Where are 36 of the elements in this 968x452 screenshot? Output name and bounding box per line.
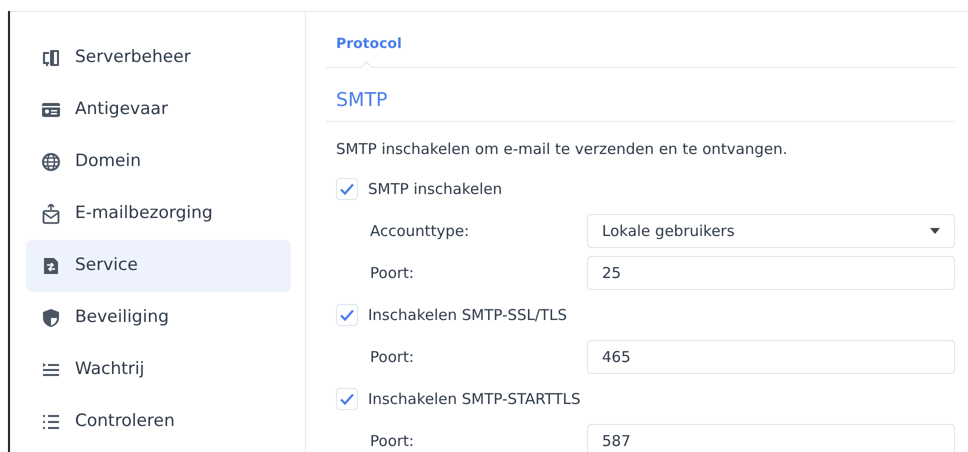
field-label: Poort:	[369, 346, 415, 368]
input-field[interactable]: 587	[587, 424, 955, 452]
checkbox-label: Inschakelen SMTP-STARTTLS	[368, 388, 581, 410]
sidebar-item[interactable]: Service	[26, 240, 291, 292]
sidebar-item[interactable]: Serverbeheer	[26, 32, 291, 84]
checkbox-label: Inschakelen SMTP-SSL/TLS	[368, 304, 567, 326]
sidebar-item[interactable]: Domein	[26, 136, 291, 188]
globe-icon	[41, 152, 61, 172]
sidebar-item[interactable]: E-mailbezorging	[26, 188, 291, 240]
checkmark-icon	[339, 181, 355, 197]
shield-icon	[41, 308, 61, 328]
caret-icon	[930, 228, 940, 234]
dropdown[interactable]: Lokale gebruikers	[587, 214, 955, 248]
checkbox[interactable]	[336, 388, 358, 410]
description: SMTP inschakelen om e-mail te verzenden en te ontvangen.	[335, 138, 788, 160]
list-icon	[41, 412, 61, 432]
sidebar-item[interactable]: Controleren	[26, 396, 291, 448]
field-label: Poort:	[369, 262, 415, 284]
sidebar-item[interactable]: Antigevaar	[26, 84, 291, 136]
checkmark-icon	[339, 391, 355, 407]
section-title: SMTP	[326, 68, 956, 122]
server-icon	[41, 48, 61, 68]
sync-document-icon	[41, 256, 61, 276]
checkmark-icon	[339, 307, 355, 323]
input-field[interactable]: 465	[587, 340, 955, 374]
envelope-upload-icon	[41, 204, 61, 224]
checkbox-label: SMTP inschakelen	[368, 178, 502, 200]
field-label: Poort:	[369, 430, 415, 452]
tab[interactable]: Protocol	[326, 34, 412, 67]
checkbox[interactable]	[336, 304, 358, 326]
sidebar-item[interactable]: Wachtrij	[26, 344, 291, 396]
sidebar-item[interactable]: Beveiliging	[26, 292, 291, 344]
input-field[interactable]: 25	[587, 256, 955, 290]
field-label: Accounttype:	[369, 220, 470, 242]
id-card-icon	[41, 100, 61, 120]
checkbox[interactable]	[336, 178, 358, 200]
